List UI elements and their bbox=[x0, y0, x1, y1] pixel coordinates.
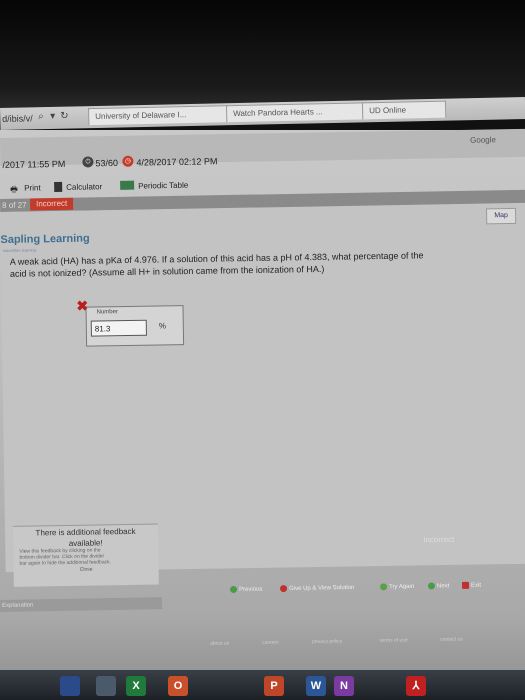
footer-privacy-policy[interactable]: privacy policy bbox=[312, 639, 342, 646]
previous-icon bbox=[230, 585, 238, 593]
try-again-button[interactable]: Try Again bbox=[379, 583, 415, 591]
word-icon[interactable]: W bbox=[306, 676, 326, 696]
footer-about-us[interactable]: about us bbox=[210, 640, 229, 646]
next-button[interactable]: Next bbox=[427, 582, 450, 590]
footer-contact-us[interactable]: contact us bbox=[440, 636, 463, 642]
acrobat-icon[interactable]: ⅄ bbox=[406, 676, 426, 696]
try-again-icon bbox=[379, 583, 388, 591]
map-button[interactable]: Map bbox=[486, 207, 517, 225]
address-bar[interactable]: d/ibis/v/ bbox=[2, 113, 33, 124]
give-up-label: Give Up & View Solution bbox=[289, 584, 355, 593]
answer-input[interactable]: 81.3 bbox=[90, 319, 147, 337]
incorrect-badge: Incorrect bbox=[29, 197, 74, 211]
try-again-label: Try Again bbox=[388, 583, 415, 591]
incorrect-status-text: Incorrect bbox=[423, 534, 455, 545]
percent-unit: % bbox=[158, 321, 167, 331]
taskbar: X O P W N ⅄ bbox=[0, 670, 525, 700]
powerpoint-icon[interactable]: P bbox=[264, 676, 284, 696]
calculator-button[interactable]: Calculator bbox=[66, 182, 102, 192]
logo-subtitle: macmillan learning bbox=[2, 247, 36, 253]
question-line-1: A weak acid (HA) has a pKa of 4.976. If … bbox=[9, 250, 424, 267]
due-date: 4/28/2017 02:12 PM bbox=[136, 156, 218, 168]
tab-pandora-hearts[interactable]: Watch Pandora Hearts ... bbox=[225, 102, 371, 123]
periodic-table-button[interactable]: Periodic Table bbox=[138, 181, 188, 191]
search-icon[interactable]: ⌕ bbox=[38, 111, 44, 122]
question-panel: Map Sapling Learning macmillan learning … bbox=[0, 203, 525, 587]
incorrect-x-icon: ✖ bbox=[76, 297, 89, 314]
footer-terms-of-use[interactable]: terms of use bbox=[380, 637, 408, 643]
question-line-2: acid is not ionized? (Assume all H+ in s… bbox=[9, 263, 325, 279]
feedback-title-1: There is additional feedback bbox=[35, 526, 136, 538]
outlook-icon[interactable]: O bbox=[168, 676, 188, 696]
question-number: 8 of 27 bbox=[2, 200, 27, 210]
give-up-button[interactable]: Give Up & View Solution bbox=[279, 584, 355, 593]
feedback-notice: There is additional feedback available! … bbox=[12, 523, 159, 587]
footer-careers[interactable]: careers bbox=[262, 640, 279, 646]
taskbar-app-icon[interactable] bbox=[60, 676, 80, 696]
print-icon[interactable]: 🖶 bbox=[10, 184, 18, 198]
exit-button[interactable]: Exit bbox=[461, 581, 482, 589]
question-text: A weak acid (HA) has a pKa of 4.976. If … bbox=[10, 248, 490, 280]
next-label: Next bbox=[436, 583, 450, 590]
sapling-logo: Sapling Learning bbox=[0, 232, 90, 246]
previous-label: Previous bbox=[239, 586, 263, 593]
give-up-icon bbox=[279, 585, 288, 593]
dropdown-icon[interactable]: ▾ bbox=[50, 111, 55, 122]
previous-button[interactable]: Previous bbox=[230, 585, 262, 593]
onenote-icon[interactable]: N bbox=[334, 676, 354, 696]
calculator-icon[interactable] bbox=[54, 181, 63, 193]
tab-university-delaware[interactable]: University of Delaware I... bbox=[88, 105, 231, 126]
print-button[interactable]: Print bbox=[24, 183, 41, 192]
monitor-bezel bbox=[0, 0, 525, 108]
feedback-close-button[interactable]: Close bbox=[14, 566, 159, 574]
start-time: /2017 11:55 PM bbox=[2, 158, 66, 170]
taskbar-app-icon[interactable] bbox=[96, 676, 116, 696]
answer-box: ✖ Number 81.3 % bbox=[76, 298, 185, 347]
exit-label: Exit bbox=[470, 582, 482, 589]
next-icon bbox=[427, 582, 436, 590]
number-label: Number bbox=[96, 309, 118, 316]
attempts-count: 53/60 bbox=[95, 157, 119, 169]
refresh-icon[interactable]: ↻ bbox=[60, 111, 69, 122]
grades-link[interactable]: Google bbox=[470, 135, 496, 144]
exit-icon bbox=[461, 581, 470, 589]
periodic-table-icon[interactable] bbox=[120, 180, 135, 190]
excel-icon[interactable]: X bbox=[126, 676, 146, 696]
tab-ud-online[interactable]: UD Online bbox=[361, 100, 447, 120]
